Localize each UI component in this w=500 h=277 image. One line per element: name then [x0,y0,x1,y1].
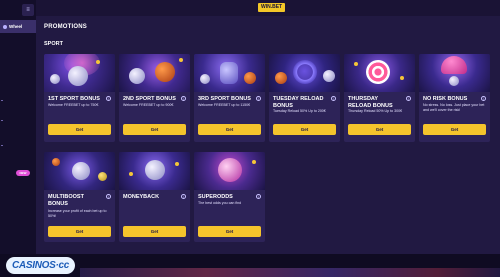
sidebar-divider [1,145,3,146]
get-button[interactable]: Get [198,124,261,135]
promo-description: Welcome FREEBET up to 1150€ [198,103,251,107]
promo-card: NO RISK BONUS i No stress. No loss. Just… [419,54,490,142]
promo-card: MULTIBOOST BONUS i Increase your profit … [44,152,115,242]
promo-card: SUPERODDS i The best odds you can find G… [194,152,265,242]
promo-card: THURSDAY RELOAD BONUS i Thursday Reload … [344,54,415,142]
promo-image [44,152,115,190]
promo-image [119,54,190,92]
promo-image [419,54,490,92]
footer-image-strip [80,268,500,277]
get-button[interactable]: Get [198,226,261,237]
info-icon[interactable]: i [331,96,336,101]
watermark-logo: CASINOS·cc [6,257,76,274]
top-header: WIN.BET [36,0,500,16]
promo-description: Welcome FREEBET up to 750€ [48,103,99,107]
promo-card: MONEYBACK i Get [119,152,190,242]
get-button[interactable]: Get [48,124,111,135]
sidebar-item-label: Wheel [9,24,23,29]
get-button[interactable]: Get [123,226,186,237]
info-icon[interactable]: i [106,194,111,199]
promotions-page: PROMOTIONS SPORT 1ST SPORT BONUS i Welco… [36,16,500,254]
promo-title: MULTIBOOST BONUS [48,194,84,207]
get-button[interactable]: Get [273,124,336,135]
promo-card: TUESDAY RELOAD BONUS i Tuesday Reload 50… [269,54,340,142]
promo-image [194,54,265,92]
wheel-icon [3,24,7,29]
section-title-sport: SPORT [44,41,63,47]
sidebar-divider [1,100,3,101]
info-icon[interactable]: i [256,194,261,199]
promo-description: Welcome FREEBET up to 900€ [123,103,174,107]
promo-title: MONEYBACK [123,194,160,200]
info-icon[interactable]: i [181,194,186,199]
promo-description: No stress. No loss. Just place your bet … [423,103,485,112]
promo-title: SUPERODDS [198,194,233,200]
promo-card: 2ND SPORT BONUS i Welcome FREEBET up to … [119,54,190,142]
page-title: PROMOTIONS [44,24,88,30]
promo-title: 2ND SPORT BONUS [123,96,176,102]
promo-image [44,54,115,92]
promo-title: 3RD SPORT BONUS [198,96,251,102]
info-icon[interactable]: i [406,96,411,101]
sidebar-divider [1,120,3,121]
info-icon[interactable]: i [181,96,186,101]
brand-logo[interactable]: WIN.BET [258,3,286,12]
promo-image [344,54,415,92]
promo-description: Tuesday Reload 50% Up to 200€ [273,109,326,113]
get-button[interactable]: Get [48,226,111,237]
promo-image [194,152,265,190]
promo-title: 1ST SPORT BONUS [48,96,100,102]
promo-title: TUESDAY RELOAD BONUS [273,96,324,109]
get-button[interactable]: Get [423,124,486,135]
promo-image [269,54,340,92]
promo-description: Thursday Reload 50% Up to 300€ [348,109,403,113]
promo-description: The best odds you can find [198,201,242,205]
get-button[interactable]: Get [123,124,186,135]
promo-description: Increase your profit of each bet up to 5… [48,209,107,218]
menu-icon[interactable]: ≡ [22,4,34,16]
info-icon[interactable]: i [481,96,486,101]
promo-image [119,152,190,190]
get-button[interactable]: Get [348,124,411,135]
sidebar-new-badge[interactable]: NEW [16,170,30,176]
promo-title: THURSDAY RELOAD BONUS [348,96,393,109]
sidebar: ≡ Wheel NEW [0,0,36,277]
promo-card: 1ST SPORT BONUS i Welcome FREEBET up to … [44,54,115,142]
info-icon[interactable]: i [106,96,111,101]
promo-title: NO RISK BONUS [423,96,468,102]
info-icon[interactable]: i [256,96,261,101]
sidebar-item-wheel[interactable]: Wheel [0,20,36,33]
promo-card: 3RD SPORT BONUS i Welcome FREEBET up to … [194,54,265,142]
